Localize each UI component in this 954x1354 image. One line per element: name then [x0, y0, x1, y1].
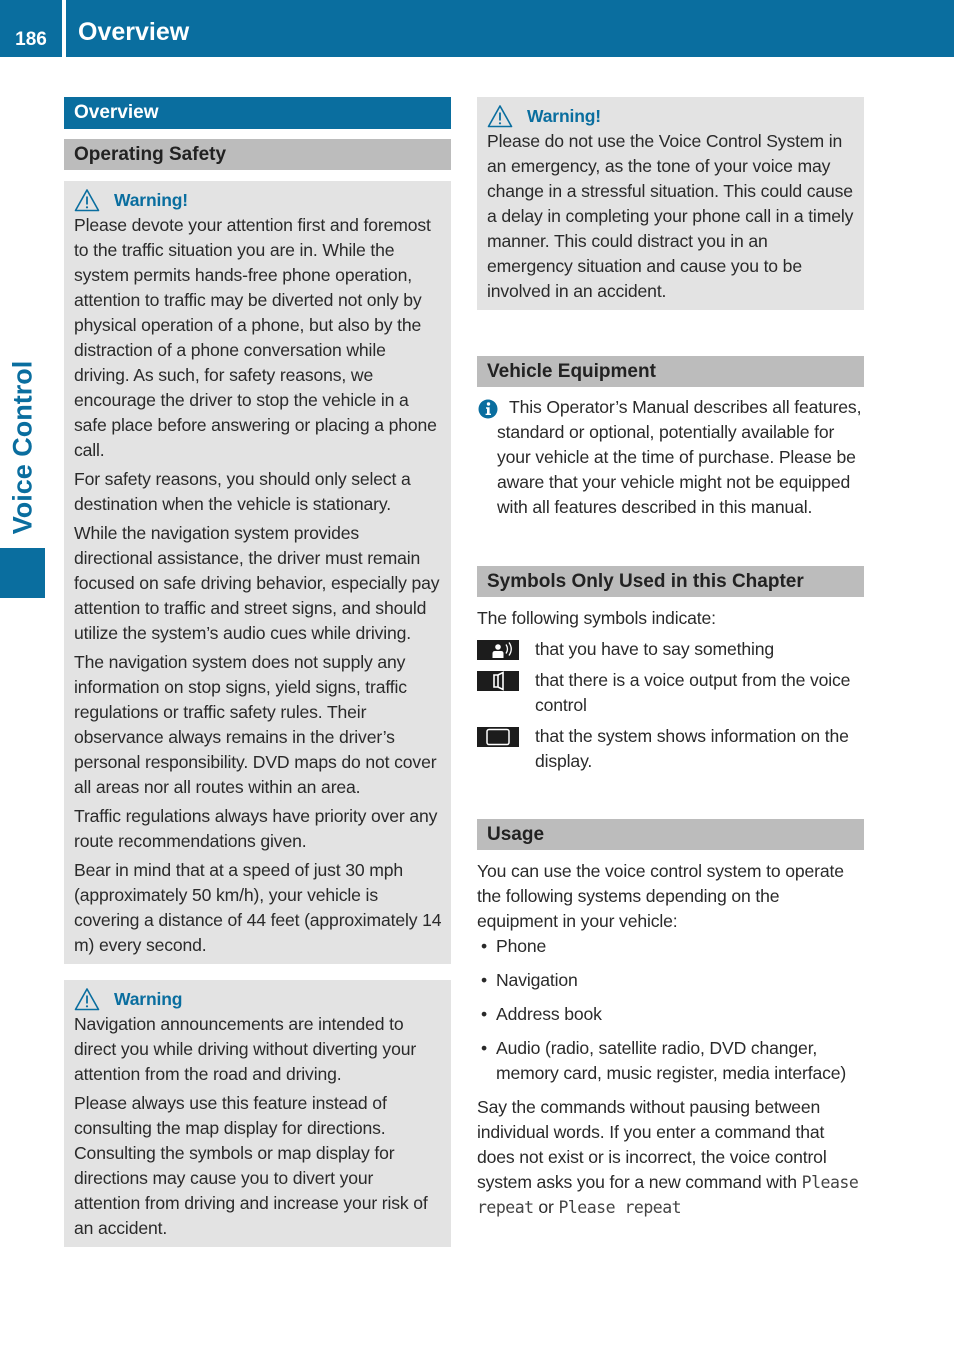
usage-system-list: Phone Navigation Address book Audio (rad… [477, 934, 864, 1086]
warning-paragraph: Please do not use the Voice Control Syst… [487, 131, 854, 301]
warning-triangle-icon [74, 988, 100, 1011]
symbol-item: that you have to say something [477, 637, 864, 662]
warning-box-voice-control: Warning! Please do not use the Voice Con… [477, 97, 864, 310]
list-item: Navigation [477, 968, 864, 993]
left-column: Overview Operating Safety Warning! Pleas… [64, 97, 451, 1247]
voice-command-text: Please repeat [558, 1198, 682, 1217]
warning-paragraph: Please devote your attention first and f… [74, 215, 437, 460]
info-note-vehicle-equipment: This Operator’s Manual describes all fea… [477, 387, 864, 520]
warning-title: Warning [114, 988, 183, 1009]
warning-triangle-icon [74, 189, 100, 212]
right-column: Warning! Please do not use the Voice Con… [477, 97, 864, 1220]
usage-commands-text: Say the commands without pausing between… [477, 1097, 827, 1192]
list-item: Audio (radio, satellite radio, DVD chang… [477, 1036, 864, 1086]
warning-box-operating-safety: Warning! Please devote your attention fi… [64, 181, 451, 964]
speak-person-icon [477, 640, 519, 660]
warning-paragraph: For safety reasons, you should only sele… [74, 469, 411, 514]
section-heading-overview: Overview [64, 97, 451, 129]
symbol-item: that the system shows information on the… [477, 724, 864, 774]
info-text-content: This Operator’s Manual describes all fea… [497, 397, 862, 517]
warning-header: Warning [74, 986, 442, 1012]
symbols-section: The following symbols indicate: that you… [477, 597, 864, 774]
usage-commands-paragraph: Say the commands without pausing between… [477, 1095, 864, 1220]
section-heading-vehicle-equipment: Vehicle Equipment [477, 356, 864, 387]
display-screen-icon [477, 727, 519, 747]
section-heading-usage: Usage [477, 819, 864, 850]
warning-paragraph: Navigation announcements are intended to… [74, 1014, 417, 1084]
symbol-label: that there is a voice output from the vo… [535, 670, 851, 715]
page-header-bar: 186 Overview [0, 0, 954, 57]
chapter-tab-marker [0, 548, 45, 598]
symbols-intro: The following symbols indicate: [477, 608, 716, 628]
warning-triangle-icon [487, 105, 513, 128]
header-title: Overview [78, 18, 190, 46]
symbol-label: that you have to say something [535, 639, 775, 659]
subsection-heading-operating-safety: Operating Safety [64, 139, 451, 170]
warning-header: Warning! [487, 103, 855, 129]
usage-section: You can use the voice control system to … [477, 850, 864, 1220]
warning-title: Warning! [527, 105, 601, 126]
warning-title: Warning! [114, 189, 188, 210]
warning-paragraph: Traffic regulations always have priority… [74, 806, 438, 851]
warning-box-navigation: Warning Navigation announcements are int… [64, 980, 451, 1247]
info-icon [478, 399, 498, 419]
symbol-item: that there is a voice output from the vo… [477, 668, 864, 718]
list-item: Address book [477, 1002, 864, 1027]
chapter-tab-label: Voice Control [7, 360, 38, 535]
connector-text: or [533, 1197, 559, 1217]
info-text: This Operator’s Manual describes all fea… [497, 395, 864, 520]
warning-paragraph: Bear in mind that at a speed of just 30 … [74, 860, 442, 955]
chapter-tab-label-wrap: Voice Control [0, 360, 45, 535]
speaker-output-icon [477, 671, 519, 691]
usage-intro: You can use the voice control system to … [477, 861, 844, 931]
warning-paragraph: While the navigation system provides dir… [74, 523, 440, 643]
chapter-side-tab[interactable]: Voice Control [0, 0, 45, 598]
list-item: Phone [477, 934, 864, 959]
warning-paragraph: The navigation system does not supply an… [74, 652, 437, 797]
symbol-label: that the system shows information on the… [535, 726, 849, 771]
section-heading-symbols: Symbols Only Used in this Chapter [477, 566, 864, 597]
warning-header: Warning! [74, 187, 442, 213]
header-divider [62, 0, 66, 57]
warning-paragraph: Please always use this feature instead o… [74, 1093, 428, 1238]
